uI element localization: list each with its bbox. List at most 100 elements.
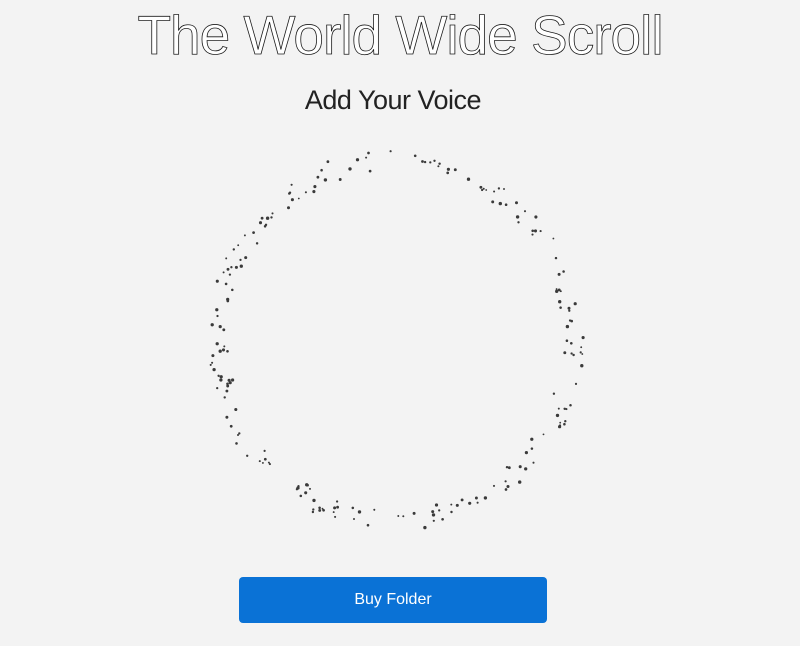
- signature-dot: [226, 382, 229, 386]
- signature-dot: [569, 341, 573, 345]
- signature-dot: [222, 328, 226, 332]
- signature-dot: [312, 498, 316, 503]
- signature-dot: [368, 169, 372, 173]
- signature-dot: [318, 508, 322, 512]
- signature-dot: [216, 314, 219, 318]
- signature-dot: [261, 461, 264, 464]
- signature-dot: [552, 237, 555, 240]
- signature-dot: [570, 352, 573, 355]
- signature-dot: [493, 190, 496, 193]
- signature-dot: [474, 496, 478, 500]
- signature-dot: [219, 378, 223, 382]
- signature-dot: [504, 480, 507, 483]
- signature-dot: [226, 299, 230, 303]
- signature-dot: [446, 171, 450, 175]
- signature-dot: [258, 460, 261, 463]
- signature-dot: [573, 302, 577, 306]
- signature-dot: [221, 348, 226, 352]
- signature-dot: [326, 160, 330, 164]
- signature-dot: [389, 150, 392, 153]
- signature-dot: [211, 354, 215, 358]
- signature-dot: [530, 437, 534, 441]
- signature-dot: [483, 496, 488, 500]
- signature-dot: [468, 501, 472, 505]
- signature-dot: [412, 511, 416, 515]
- signature-dot: [555, 413, 560, 418]
- signature-dot: [438, 509, 441, 512]
- site-title: The World Wide Scroll: [137, 4, 664, 67]
- signature-dot: [270, 216, 273, 219]
- signature-dot: [402, 515, 405, 518]
- signature-dot: [234, 407, 238, 412]
- signature-dot: [265, 216, 270, 220]
- signature-dot: [434, 503, 439, 507]
- signature-dot: [305, 483, 309, 487]
- signature-dot: [239, 258, 242, 262]
- signature-dot: [532, 461, 535, 464]
- signature-dot: [558, 425, 562, 429]
- signature-dot: [446, 167, 450, 171]
- signature-dot: [237, 244, 240, 247]
- signature-dot: [558, 300, 562, 304]
- signature-dot: [492, 484, 496, 487]
- signature-dot: [431, 513, 436, 517]
- signature-dot: [533, 229, 538, 233]
- signature-dot: [397, 515, 400, 517]
- signature-dot: [309, 487, 311, 490]
- signature-dot: [504, 488, 508, 491]
- signature-dot: [485, 189, 488, 191]
- page: The World Wide Scroll Add Your Voice Buy…: [0, 0, 800, 646]
- signature-dot: [557, 272, 561, 276]
- signature-dot: [437, 165, 440, 168]
- signature-dot: [264, 223, 268, 227]
- signature-dot: [438, 162, 441, 165]
- signature-dot: [226, 350, 229, 353]
- signature-dot: [226, 267, 230, 271]
- signature-dot: [580, 364, 584, 368]
- signature-dot: [542, 433, 545, 436]
- signature-dot: [563, 351, 567, 355]
- signature-dot: [296, 486, 300, 490]
- signature-dot: [222, 271, 225, 274]
- signature-dot: [581, 353, 584, 355]
- signature-dot: [559, 421, 562, 424]
- signature-dot: [433, 159, 436, 162]
- signature-dot: [212, 367, 216, 372]
- signature-dot: [423, 525, 427, 530]
- signature-dot: [323, 178, 328, 182]
- signature-dot: [231, 288, 234, 292]
- signature-dot: [429, 161, 432, 164]
- signature-dot: [365, 156, 368, 159]
- signature-dot: [210, 323, 214, 327]
- signature-dot: [290, 183, 293, 186]
- signature-dot: [503, 188, 505, 190]
- signature-dot: [574, 382, 578, 385]
- signature-dot: [518, 480, 522, 484]
- signature-dot: [351, 506, 355, 510]
- signature-dot: [290, 198, 294, 202]
- signature-dot: [497, 187, 501, 190]
- signature-dot: [225, 415, 229, 419]
- signature-dot: [334, 515, 337, 518]
- signature-dot: [243, 234, 246, 237]
- signature-dot: [367, 151, 370, 155]
- signature-dot: [565, 339, 569, 342]
- signature-dot: [227, 378, 231, 382]
- signature-dot: [304, 491, 308, 495]
- signature-dot: [530, 447, 534, 450]
- signature-dot: [357, 510, 362, 514]
- signature-dot: [559, 306, 562, 309]
- signature-dot: [564, 420, 567, 423]
- signature-dot: [480, 188, 484, 192]
- signature-dot: [355, 158, 360, 162]
- signature-dot: [225, 389, 229, 393]
- signature-circle: [209, 150, 585, 530]
- signature-dot: [431, 510, 435, 514]
- signature-dot: [579, 351, 582, 354]
- signature-dot: [230, 266, 233, 269]
- signature-dot: [348, 167, 352, 171]
- signature-dot: [320, 168, 323, 172]
- signature-dot: [441, 517, 444, 521]
- buy-folder-button[interactable]: Buy Folder: [239, 577, 547, 623]
- signature-dot: [271, 212, 274, 215]
